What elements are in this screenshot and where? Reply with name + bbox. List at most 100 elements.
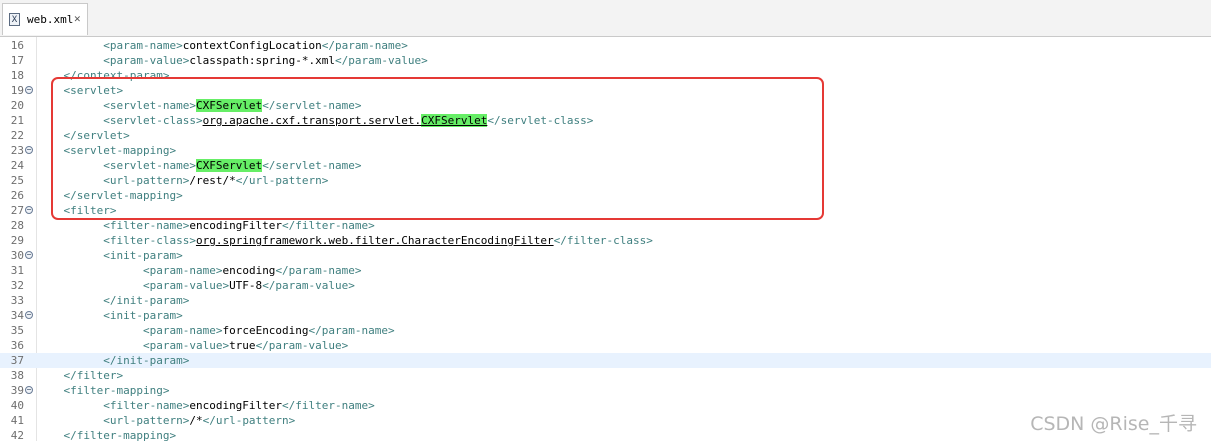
line-number: 18 (10, 69, 24, 82)
line-number: 28 (10, 219, 24, 232)
tab-title: web.xml (27, 13, 74, 26)
xml-tag: </param-name> (321, 39, 408, 52)
line-number: 34 (10, 309, 24, 322)
xml-tag: </init-param> (103, 354, 190, 367)
xml-text: contextConfigLocation (182, 39, 322, 52)
line-number: 22 (10, 129, 24, 142)
code-line[interactable]: 17 <param-value>classpath:spring-*.xml</… (0, 53, 1211, 68)
xml-tag: <param-name> (103, 39, 183, 52)
code-line[interactable]: 16 <param-name>contextConfigLocation</pa… (0, 38, 1211, 53)
line-number: 26 (10, 189, 24, 202)
code-text: <filter-class>org.springframework.web.fi… (37, 233, 653, 248)
tab-web-xml[interactable]: X web.xml ✕ (2, 3, 88, 35)
code-text: <param-value>UTF-8</param-value> (37, 278, 355, 293)
code-line[interactable]: 32 <param-value>UTF-8</param-value> (0, 278, 1211, 293)
code-text: <param-value>true</param-value> (37, 338, 348, 353)
line-number: 21 (10, 114, 24, 127)
line-number: 40 (10, 399, 24, 412)
xml-tag: </filter-class> (553, 234, 653, 247)
line-number: 16 (10, 39, 24, 52)
xml-tag: </init-param> (103, 294, 190, 307)
xml-tag: </param-value> (262, 279, 355, 292)
line-number: 25 (10, 174, 24, 187)
line-number: 33 (10, 294, 24, 307)
fold-toggle-icon[interactable]: − (25, 251, 33, 259)
xml-tag: </filter-name> (282, 399, 375, 412)
code-text: <param-name>forceEncoding</param-name> (37, 323, 395, 338)
xml-tag: </param-value> (255, 339, 349, 352)
code-text: <init-param> (37, 248, 183, 263)
line-number: 27 (10, 204, 24, 217)
xml-tag: <param-value> (142, 279, 230, 292)
code-text: <param-name>contextConfigLocation</param… (37, 38, 408, 53)
line-number: 31 (10, 264, 24, 277)
code-line[interactable]: 34− <init-param> (0, 308, 1211, 323)
code-text: <filter-mapping> (37, 383, 170, 398)
code-text: <param-name>encoding</param-name> (37, 263, 362, 278)
xml-text: encodingFilter (189, 219, 283, 232)
xml-tag: <init-param> (103, 309, 183, 322)
code-line[interactable]: 39− <filter-mapping> (0, 383, 1211, 398)
code-line[interactable]: 37 </init-param> (0, 353, 1211, 368)
code-text: </init-param> (37, 293, 189, 308)
code-line[interactable]: 29 <filter-class>org.springframework.web… (0, 233, 1211, 248)
xml-text: true (229, 339, 256, 352)
fold-toggle-icon[interactable]: − (25, 206, 33, 214)
line-number: 23 (10, 144, 24, 157)
xml-tag: <param-value> (142, 339, 230, 352)
xml-text: org.springframework.web.filter.Character… (195, 234, 554, 247)
xml-file-icon: X (9, 13, 20, 26)
xml-tag: <filter-name> (103, 219, 190, 232)
line-number: 19 (10, 84, 24, 97)
xml-tag: </param-value> (335, 54, 428, 67)
xml-tag: <param-name> (142, 324, 223, 337)
code-text: </filter> (37, 368, 124, 383)
code-line[interactable]: 36 <param-value>true</param-value> (0, 338, 1211, 353)
close-icon[interactable]: ✕ (74, 12, 81, 25)
xml-tag: </param-name> (308, 324, 395, 337)
xml-tag: <filter-name> (103, 399, 190, 412)
line-number: 32 (10, 279, 24, 292)
line-number: 35 (10, 324, 24, 337)
xml-tag: </param-name> (275, 264, 362, 277)
xml-tag: <param-name> (142, 264, 223, 277)
line-number: 39 (10, 384, 24, 397)
code-line[interactable]: 35 <param-name>forceEncoding</param-name… (0, 323, 1211, 338)
xml-text: encoding (222, 264, 276, 277)
xml-tag: </url-pattern> (202, 414, 296, 427)
fold-toggle-icon[interactable]: − (25, 386, 33, 394)
code-text: <param-value>classpath:spring-*.xml</par… (37, 53, 428, 68)
xml-tag: <filter-mapping> (63, 384, 170, 397)
annotation-highlight-box (51, 77, 824, 220)
code-line[interactable]: 33 </init-param> (0, 293, 1211, 308)
xml-tag: </filter> (63, 369, 124, 382)
editor-tab-bar: X web.xml ✕ (0, 0, 1211, 37)
code-text: <url-pattern>/*</url-pattern> (37, 413, 295, 428)
code-text: <filter-name>encodingFilter</filter-name… (37, 218, 375, 233)
code-line[interactable]: 31 <param-name>encoding</param-name> (0, 263, 1211, 278)
xml-tag: <init-param> (103, 249, 183, 262)
code-text: <init-param> (37, 308, 183, 323)
line-number: 41 (10, 414, 24, 427)
line-number: 29 (10, 234, 24, 247)
xml-tag: </filter-name> (282, 219, 375, 232)
xml-text: forceEncoding (222, 324, 309, 337)
xml-text: UTF-8 (229, 279, 263, 292)
xml-tag: <param-value> (103, 54, 190, 67)
code-line[interactable]: 28 <filter-name>encodingFilter</filter-n… (0, 218, 1211, 233)
line-number: 36 (10, 339, 24, 352)
line-number: 30 (10, 249, 24, 262)
xml-text: /* (189, 414, 203, 427)
line-number: 20 (10, 99, 24, 112)
code-text: <filter-name>encodingFilter</filter-name… (37, 398, 375, 413)
code-text: </init-param> (37, 353, 189, 368)
fold-toggle-icon[interactable]: − (25, 86, 33, 94)
code-line[interactable]: 30− <init-param> (0, 248, 1211, 263)
xml-text: encodingFilter (189, 399, 283, 412)
xml-tag: <filter-class> (103, 234, 196, 247)
xml-tag: </filter-mapping> (63, 429, 177, 442)
line-number: 37 (10, 354, 24, 367)
fold-toggle-icon[interactable]: − (25, 146, 33, 154)
fold-toggle-icon[interactable]: − (25, 311, 33, 319)
code-line[interactable]: 38 </filter> (0, 368, 1211, 383)
